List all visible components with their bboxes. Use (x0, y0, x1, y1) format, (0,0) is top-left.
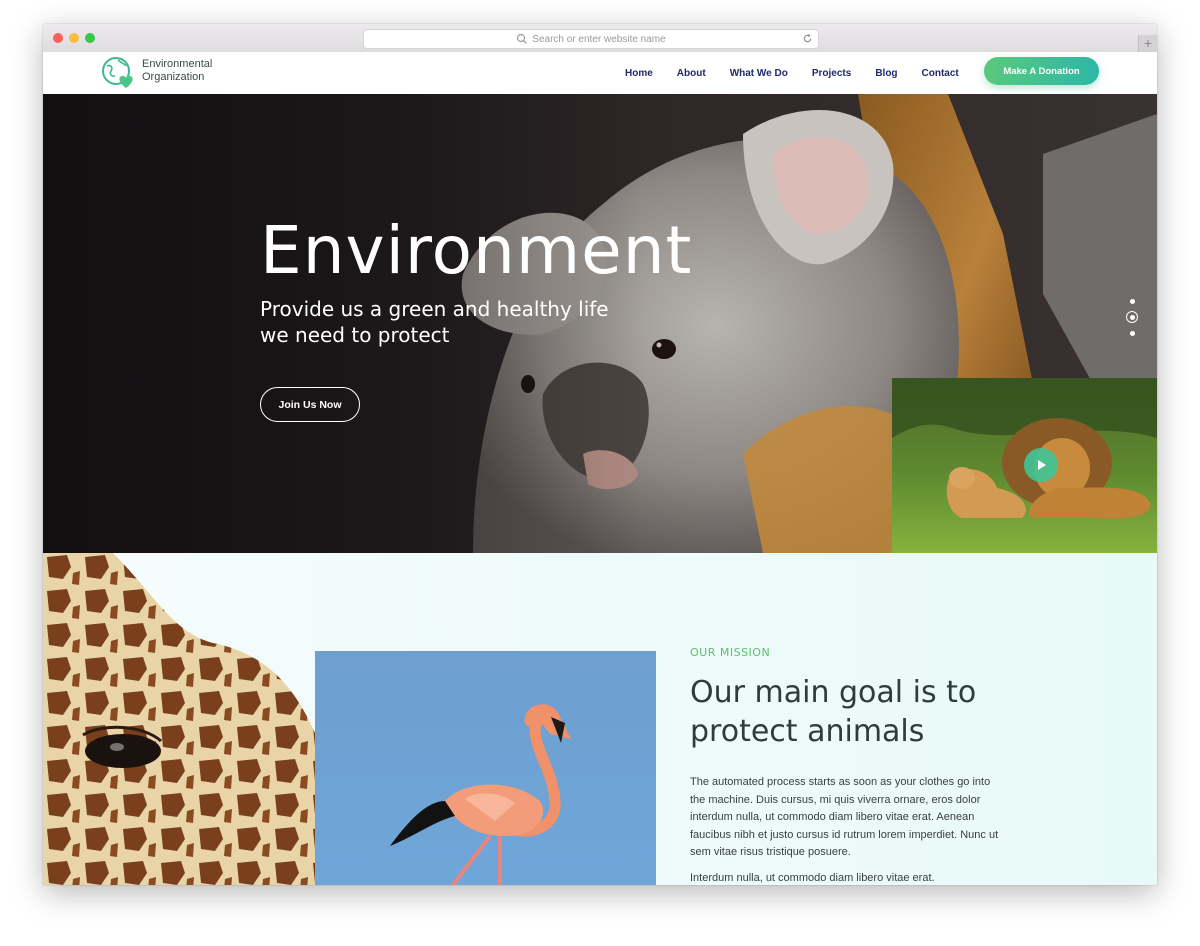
hero-subtitle-line-2: we need to protect (260, 323, 450, 347)
flamingo-image (315, 651, 656, 885)
minimize-window-button[interactable] (69, 33, 79, 43)
logo-text[interactable]: Environmental Organization (142, 58, 212, 84)
hero-section: Environment Provide us a green and healt… (43, 94, 1157, 553)
mission-paragraph-1: The automated process starts as soon as … (690, 776, 999, 858)
hero-title: Environment (260, 212, 693, 289)
mission-kicker: OUR MISSION (690, 646, 771, 659)
nav-blog[interactable]: Blog (875, 68, 897, 79)
play-button[interactable] (1024, 448, 1058, 482)
mission-title: Our main goal is to protect animals (690, 673, 1030, 751)
address-bar[interactable]: Search or enter website name (363, 29, 819, 49)
site-header: Environmental Organization Home About Wh… (43, 52, 1157, 94)
nav-home[interactable]: Home (625, 68, 653, 79)
nav-about[interactable]: About (677, 68, 706, 79)
browser-window: Search or enter website name + Environme… (43, 24, 1157, 885)
nav-projects[interactable]: Projects (812, 68, 851, 79)
hero-subtitle-line-1: Provide us a green and healthy life (260, 297, 609, 321)
slider-dots (1125, 299, 1139, 339)
slide-dot-3[interactable] (1130, 331, 1135, 336)
make-donation-button[interactable]: Make A Donation (984, 57, 1099, 85)
play-icon (1038, 460, 1046, 470)
mission-body: The automated process starts as soon as … (690, 774, 1002, 885)
new-tab-button[interactable]: + (1138, 35, 1157, 52)
zoom-window-button[interactable] (85, 33, 95, 43)
slide-dot-1[interactable] (1130, 299, 1135, 304)
mission-section: OUR MISSION Our main goal is to protect … (43, 553, 1157, 885)
logo-line-1: Environmental (142, 58, 213, 70)
mission-paragraph-2: Interdum nulla, ut commodo diam libero v… (690, 871, 935, 884)
close-window-button[interactable] (53, 33, 63, 43)
nav-contact[interactable]: Contact (922, 68, 959, 79)
reload-icon[interactable] (802, 33, 813, 44)
nav-what-we-do[interactable]: What We Do (730, 68, 788, 79)
hero-subtitle: Provide us a green and healthy life we n… (260, 296, 609, 348)
mission-title-line-1: Our main goal is to (690, 675, 977, 710)
mission-title-line-2: protect animals (690, 714, 925, 749)
main-menu: Home About What We Do Projects Blog Cont… (625, 52, 983, 94)
globe-heart-icon[interactable] (100, 54, 136, 90)
video-thumbnail[interactable] (892, 378, 1157, 553)
search-icon (517, 33, 528, 44)
join-us-button[interactable]: Join Us Now (260, 387, 360, 422)
slide-dot-2[interactable] (1126, 311, 1138, 323)
giraffe-image (43, 553, 315, 885)
address-placeholder: Search or enter website name (532, 33, 666, 45)
logo-line-2: Organization (142, 71, 205, 83)
browser-toolbar: Search or enter website name + (43, 24, 1157, 53)
